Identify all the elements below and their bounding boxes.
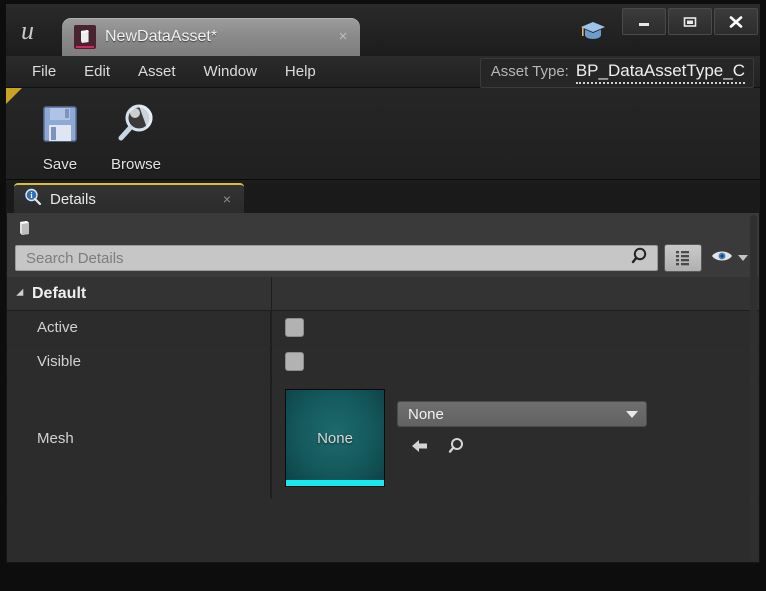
menu-item-edit[interactable]: Edit bbox=[70, 59, 124, 84]
details-search-row bbox=[7, 243, 759, 277]
editor-toolbar: Save Browse bbox=[6, 88, 760, 180]
property-row-active: Active bbox=[7, 311, 759, 345]
grid-view-toggle-button[interactable] bbox=[664, 244, 702, 272]
floppy-disk-icon bbox=[36, 100, 84, 153]
menu-item-asset[interactable]: Asset bbox=[124, 59, 190, 84]
property-value-mesh: None None bbox=[271, 379, 759, 498]
visibility-eye-icon bbox=[710, 248, 734, 269]
menu-item-window[interactable]: Window bbox=[190, 59, 271, 84]
details-panel-wrapper: i Details × Search Details Default Activ… bbox=[6, 180, 760, 563]
property-label-visible: Visible bbox=[7, 345, 271, 378]
column-divider[interactable] bbox=[271, 277, 272, 499]
close-button[interactable] bbox=[714, 8, 758, 35]
graduation-cap-icon[interactable] bbox=[578, 18, 608, 46]
window-controls bbox=[622, 8, 758, 35]
search-details-field[interactable] bbox=[15, 245, 658, 271]
section-title-default: Default bbox=[32, 284, 87, 302]
details-panel-body: Default Active Visible Mesh bbox=[6, 213, 760, 563]
mesh-action-buttons bbox=[397, 435, 647, 457]
asset-type-display: Asset Type: BP_DataAssetType_C bbox=[479, 58, 754, 88]
expand-triangle-icon bbox=[16, 288, 27, 299]
property-label-active: Active bbox=[7, 311, 271, 344]
menu-item-help[interactable]: Help bbox=[271, 59, 330, 84]
asset-type-label: Asset Type: bbox=[490, 63, 569, 80]
magnifier-icon bbox=[112, 100, 160, 153]
tab-details[interactable]: i Details × bbox=[14, 183, 244, 213]
dropdown-arrow-icon bbox=[626, 410, 638, 418]
save-button[interactable]: Save bbox=[22, 98, 98, 173]
panel-tabstrip: i Details × bbox=[6, 183, 760, 213]
unreal-engine-logo-icon: u bbox=[6, 4, 62, 56]
asset-tab[interactable]: NewDataAsset* × bbox=[62, 18, 360, 56]
save-button-label: Save bbox=[42, 156, 78, 173]
minimize-button[interactable] bbox=[622, 8, 666, 35]
mesh-asset-dropdown-value: None bbox=[408, 405, 444, 423]
maximize-button[interactable] bbox=[668, 8, 712, 35]
asset-type-value[interactable]: BP_DataAssetType_C bbox=[575, 61, 745, 84]
svg-text:u: u bbox=[21, 16, 34, 45]
section-header-default[interactable]: Default bbox=[7, 277, 759, 311]
visible-checkbox[interactable] bbox=[285, 352, 304, 371]
search-input[interactable] bbox=[26, 249, 631, 267]
asset-tab-title: NewDataAsset* bbox=[105, 28, 218, 45]
details-info-icon: i bbox=[24, 188, 42, 211]
mesh-thumbnail[interactable]: None bbox=[285, 389, 385, 487]
menu-item-file[interactable]: File bbox=[18, 59, 70, 84]
details-panel-toolrow bbox=[7, 213, 759, 243]
use-selected-arrow-icon[interactable] bbox=[409, 435, 431, 457]
mesh-asset-dropdown[interactable]: None bbox=[397, 401, 647, 427]
chevron-down-icon bbox=[737, 249, 749, 267]
mesh-controls: None bbox=[397, 389, 647, 457]
property-value-active bbox=[271, 318, 759, 337]
property-row-mesh: Mesh None None bbox=[7, 379, 759, 499]
title-bar: u NewDataAsset* × bbox=[6, 4, 760, 56]
visibility-options-button[interactable] bbox=[708, 246, 751, 271]
tab-details-label: Details bbox=[50, 190, 96, 208]
browse-button-label: Browse bbox=[110, 156, 162, 173]
details-vertical-scrollbar[interactable] bbox=[750, 215, 757, 560]
browse-button[interactable]: Browse bbox=[98, 98, 174, 173]
data-asset-small-icon[interactable] bbox=[15, 217, 33, 239]
unreal-asset-editor-window: u NewDataAsset* × File Edit Asset Window… bbox=[0, 0, 766, 591]
data-asset-icon bbox=[74, 25, 96, 49]
search-icon[interactable] bbox=[631, 246, 651, 271]
tab-details-close-icon[interactable]: × bbox=[218, 191, 236, 207]
property-row-visible: Visible bbox=[7, 345, 759, 379]
browse-magnifier-icon[interactable] bbox=[445, 435, 467, 457]
asset-tab-close-icon[interactable]: × bbox=[332, 26, 354, 48]
active-checkbox[interactable] bbox=[285, 318, 304, 337]
property-list: Default Active Visible Mesh None None bbox=[7, 277, 759, 499]
property-value-visible bbox=[271, 352, 759, 371]
property-label-mesh: Mesh bbox=[7, 379, 271, 498]
menu-bar: File Edit Asset Window Help Asset Type: … bbox=[6, 56, 760, 88]
mesh-thumbnail-label: None bbox=[317, 429, 353, 447]
